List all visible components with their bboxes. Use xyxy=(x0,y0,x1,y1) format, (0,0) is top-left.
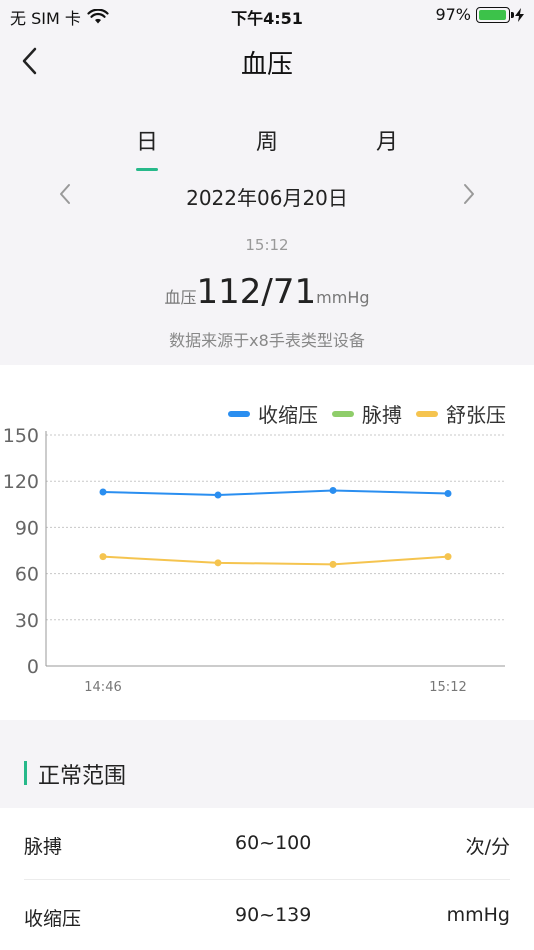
range-row-systolic: 收缩压 90~139 mmHg xyxy=(0,880,534,950)
tab-month[interactable]: 月 xyxy=(357,124,417,156)
current-date: 2022年06月20日 xyxy=(186,186,348,210)
range-name: 脉搏 xyxy=(24,836,63,858)
x-tick-label: 14:46 xyxy=(84,680,121,695)
data-source-text: 数据来源于x8手表类型设备 xyxy=(169,331,365,350)
range-name: 收缩压 xyxy=(24,908,82,930)
data-point xyxy=(214,491,222,499)
section-accent-bar xyxy=(24,761,27,785)
data-point xyxy=(444,553,452,561)
data-point xyxy=(329,560,337,568)
y-tick-label: 120 xyxy=(3,471,39,493)
bp-line-chart: 0 30 60 90 120 150 14:46 15:12 xyxy=(3,425,505,695)
y-tick-label: 90 xyxy=(15,517,39,539)
data-point xyxy=(444,490,452,498)
tab-day[interactable]: 日 xyxy=(117,124,177,171)
tab-week-label: 周 xyxy=(255,130,278,155)
next-date-button[interactable] xyxy=(459,180,479,208)
range-unit: 次/分 xyxy=(465,836,510,858)
charging-bolt-icon xyxy=(515,7,524,22)
bp-chart-card: 收缩压 脉搏 舒张压 0 30 60 90 120 150 14:46 15:12 xyxy=(0,365,534,720)
data-point xyxy=(214,559,222,567)
status-bar: 无 SIM 卡 下午4:51 97% xyxy=(0,0,534,30)
status-right: 97% xyxy=(435,5,524,24)
range-row-pulse: 脉搏 60~100 次/分 xyxy=(0,808,534,880)
date-selector: 2022年06月20日 xyxy=(0,180,534,210)
range-unit: mmHg xyxy=(446,904,510,926)
reading-time: 15:12 xyxy=(245,236,289,254)
chevron-right-icon xyxy=(464,184,474,204)
tab-month-label: 月 xyxy=(375,130,398,155)
data-point xyxy=(99,553,107,561)
y-tick-label: 0 xyxy=(27,656,39,678)
y-tick-label: 60 xyxy=(15,564,39,586)
series-line xyxy=(102,489,449,497)
tab-week[interactable]: 周 xyxy=(237,124,297,156)
reading-unit: mmHg xyxy=(316,288,370,307)
battery-percent: 97% xyxy=(435,5,471,24)
battery-cap xyxy=(511,11,514,18)
range-value: 60~100 xyxy=(235,832,312,854)
data-point xyxy=(99,488,107,496)
page-title: 血压 xyxy=(240,50,293,80)
x-tick-label: 15:12 xyxy=(429,680,466,695)
bp-reading: 血压112/71mmHg xyxy=(0,272,534,312)
tab-day-label: 日 xyxy=(135,130,158,155)
battery-icon xyxy=(476,6,514,23)
reading-value: 112/71 xyxy=(196,272,317,312)
battery-fill xyxy=(479,9,507,20)
y-tick-label: 30 xyxy=(15,610,39,632)
range-value: 90~139 xyxy=(235,904,312,926)
normal-range-title: 正常范围 xyxy=(38,764,127,789)
data-point xyxy=(329,486,337,494)
y-tick-label: 150 xyxy=(3,425,39,447)
series-line xyxy=(102,555,449,566)
reading-label: 血压 xyxy=(164,288,197,307)
period-tabs: 日 周 月 xyxy=(0,124,534,174)
tab-active-indicator xyxy=(136,168,158,171)
